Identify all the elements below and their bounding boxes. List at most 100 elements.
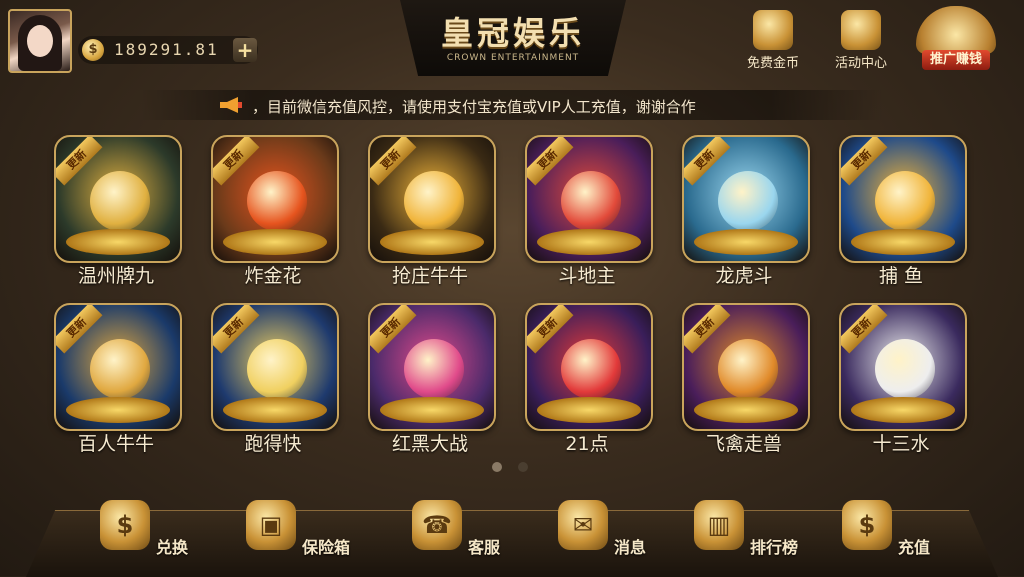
game-art: 更新: [839, 135, 967, 263]
free-coins-button[interactable]: 免费金币: [738, 6, 808, 72]
game-name: 斗地主: [558, 265, 616, 287]
game-art-figure: [561, 171, 621, 231]
recharge-coin-icon: $: [842, 500, 892, 550]
game-art: 更新: [682, 303, 810, 431]
events-button[interactable]: 活动中心: [826, 6, 896, 72]
update-badge: 更新: [527, 137, 574, 186]
game-name: 炸金花: [244, 265, 302, 287]
gold-coins-pile: [223, 229, 327, 255]
game-art-figure: [90, 339, 150, 399]
game-name: 捕 鱼: [878, 265, 924, 287]
game-name: 飞禽走兽: [705, 433, 782, 455]
update-badge: 更新: [684, 305, 731, 354]
gold-coins-pile: [380, 229, 484, 255]
top-bar: $ 189291.81 + 皇冠娱乐 CROWN ENTERTAINMENT 免…: [0, 0, 1024, 80]
game-art-figure: [247, 339, 307, 399]
update-badge: 更新: [370, 137, 417, 186]
notice-banner: ，目前微信充值风控，请使用支付宝充值或VIP人工充值，谢谢合作: [140, 90, 884, 120]
leaderboard-podium-icon: ▥: [694, 500, 744, 550]
money-bag-icon: [753, 10, 793, 50]
game-art: 更新: [525, 303, 653, 431]
balance-bar: $ 189291.81: [78, 36, 258, 64]
game-art-figure: [247, 171, 307, 231]
game-art-figure: [875, 339, 935, 399]
game-tile[interactable]: 更新捕 鱼: [837, 133, 967, 289]
game-tile[interactable]: 更新飞禽走兽: [680, 301, 810, 457]
bottom-nav-label: 客服: [468, 538, 501, 557]
game-tile[interactable]: 更新 21点: [523, 301, 653, 457]
promo-button[interactable]: 推广赚钱: [910, 4, 1002, 72]
update-badge: 更新: [841, 305, 888, 354]
logo-subtitle: CROWN ENTERTAINMENT: [446, 53, 580, 63]
safe-box-icon: ▣: [246, 500, 296, 550]
update-badge: 更新: [213, 137, 260, 186]
game-name: 百人牛牛: [77, 433, 154, 455]
free-coins-label: 免费金币: [746, 56, 799, 71]
page-dot-1[interactable]: [492, 462, 502, 472]
exchange-coin-icon: $: [100, 500, 150, 550]
bottom-nav-label: 消息: [614, 538, 647, 557]
game-tile[interactable]: 更新龙虎斗: [680, 133, 810, 289]
game-art-figure: [875, 171, 935, 231]
logo-title: 皇冠娱乐: [440, 14, 585, 52]
balance-amount: 189291.81: [114, 40, 219, 59]
game-name: 跑得快: [244, 433, 302, 455]
game-art-figure: [561, 339, 621, 399]
game-tile[interactable]: 更新红黑大战: [366, 301, 496, 457]
update-badge: 更新: [56, 137, 103, 186]
game-name: 温州牌九: [77, 265, 154, 287]
customer-service-phone-icon: ☎: [412, 500, 462, 550]
game-tile[interactable]: 更新十三水: [837, 301, 967, 457]
gold-coins-pile: [851, 397, 955, 423]
crown-logo: 皇冠娱乐 CROWN ENTERTAINMENT: [400, 0, 626, 76]
game-art: 更新: [682, 135, 810, 263]
page-dot-2[interactable]: [518, 462, 528, 472]
avatar-face: [27, 25, 53, 57]
game-art: 更新: [211, 303, 339, 431]
game-tile[interactable]: 更新 百人牛牛: [52, 301, 182, 457]
game-tile[interactable]: 更新跑得快: [209, 301, 339, 457]
bottom-nav-label: 排行榜: [750, 538, 799, 557]
game-tile[interactable]: 更新温州牌九: [52, 133, 182, 289]
laurel-crown-icon: [916, 6, 996, 54]
game-art: 更新: [54, 303, 182, 431]
game-art: 更新: [368, 135, 496, 263]
game-art: 更新: [54, 135, 182, 263]
game-art: 更新: [839, 303, 967, 431]
megaphone-icon: [220, 97, 242, 113]
game-name: 21点: [565, 433, 609, 455]
game-name: 十三水: [872, 433, 930, 455]
game-art: 更新: [368, 303, 496, 431]
events-label: 活动中心: [834, 56, 887, 71]
game-name: 红黑大战: [391, 433, 468, 455]
promo-label: 推广赚钱: [922, 50, 990, 70]
update-badge: 更新: [841, 137, 888, 186]
game-art-figure: [404, 339, 464, 399]
gold-coins-pile: [537, 229, 641, 255]
game-art-figure: [90, 171, 150, 231]
gold-coins-pile: [694, 397, 798, 423]
user-avatar[interactable]: [8, 9, 72, 73]
coin-icon: $: [82, 39, 104, 61]
game-tile[interactable]: 更新斗地主: [523, 133, 653, 289]
gold-coins-pile: [851, 229, 955, 255]
game-art-figure: [718, 171, 778, 231]
update-badge: 更新: [213, 305, 260, 354]
game-art-figure: [718, 339, 778, 399]
update-badge: 更新: [527, 305, 574, 354]
gold-coins-pile: [694, 229, 798, 255]
bottom-nav-label: 充值: [898, 538, 931, 557]
message-envelope-icon: ✉: [558, 500, 608, 550]
gold-coins-pile: [66, 397, 170, 423]
notice-text: ，目前微信充值风控，请使用支付宝充值或VIP人工充值，谢谢合作: [252, 98, 696, 116]
game-name: 抢庄牛牛: [391, 265, 468, 287]
game-tile[interactable]: 更新炸金花: [209, 133, 339, 289]
gold-coins-pile: [537, 397, 641, 423]
gold-coins-pile: [66, 229, 170, 255]
gold-coins-pile: [223, 397, 327, 423]
add-coins-button[interactable]: +: [233, 38, 257, 62]
game-name: 龙虎斗: [715, 265, 773, 287]
update-badge: 更新: [684, 137, 731, 186]
game-tile[interactable]: 更新抢庄牛牛: [366, 133, 496, 289]
update-badge: 更新: [370, 305, 417, 354]
